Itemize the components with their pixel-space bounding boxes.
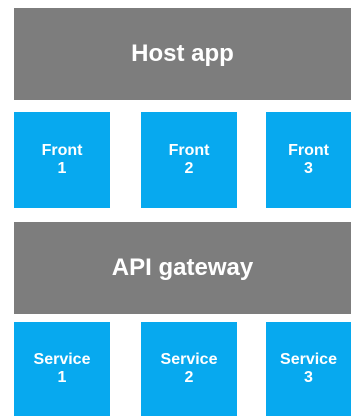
front-1-number: 1 xyxy=(57,160,67,177)
service-1-number: 1 xyxy=(57,369,67,386)
front-1-name: Front xyxy=(41,142,83,159)
front-2-name: Front xyxy=(168,142,210,159)
service-2-name: Service xyxy=(160,351,218,368)
host-app-block: Host app xyxy=(14,8,351,100)
service-1-name: Service xyxy=(33,351,91,368)
service-2-block: Service 2 xyxy=(141,322,237,416)
service-3-block: Service 3 xyxy=(266,322,351,416)
service-1-block: Service 1 xyxy=(14,322,110,416)
front-1-block: Front 1 xyxy=(14,112,110,208)
service-2-number: 2 xyxy=(184,369,194,386)
service-3-number: 3 xyxy=(304,369,313,386)
host-app-label: Host app xyxy=(131,40,234,67)
front-3-number: 3 xyxy=(304,160,313,177)
api-gateway-label: API gateway xyxy=(111,254,254,281)
front-2-number: 2 xyxy=(184,160,194,177)
front-3-block: Front 3 xyxy=(266,112,351,208)
front-3-name: Front xyxy=(288,142,329,159)
api-gateway-block: API gateway xyxy=(14,222,351,314)
front-2-block: Front 2 xyxy=(141,112,237,208)
service-3-name: Service xyxy=(280,351,337,368)
